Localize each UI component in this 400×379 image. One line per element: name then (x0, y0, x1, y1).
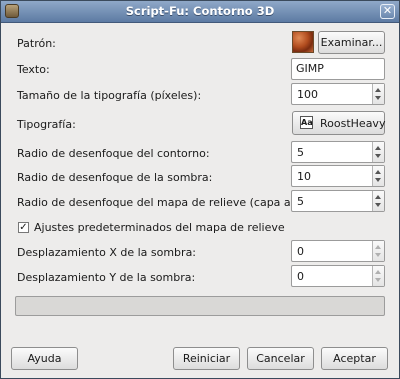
default-bumpmap-checkbox[interactable]: ✓ (18, 222, 29, 233)
browse-button[interactable]: Examinar... (318, 31, 385, 54)
outline-blur-label: Radio de desenfoque del contorno: (17, 147, 210, 160)
chevron-up-icon[interactable] (375, 245, 381, 249)
bumpmap-blur-value: 5 (297, 195, 304, 208)
chevron-down-icon[interactable] (375, 203, 381, 207)
help-button-label: Ayuda (27, 352, 62, 365)
window-title: Script-Fu: Contorno 3D (125, 4, 275, 18)
chevron-up-icon[interactable] (375, 195, 381, 199)
shadow-x-spinner[interactable]: 0 (291, 240, 385, 262)
browse-button-label: Examinar... (320, 36, 383, 49)
dialog-window: Script-Fu: Contorno 3D ✕ Patrón: Examina… (0, 0, 400, 379)
shadow-blur-spinner[interactable]: 10 (291, 165, 385, 187)
pattern-label: Patrón: (17, 37, 56, 50)
chevron-up-icon[interactable] (375, 88, 381, 92)
chevron-down-icon[interactable] (375, 96, 381, 100)
ok-button[interactable]: Aceptar (321, 347, 388, 370)
font-label: Tipografía: (17, 118, 76, 131)
reset-button[interactable]: Reiniciar (173, 347, 240, 370)
bumpmap-blur-spinner[interactable]: 5 (291, 190, 385, 212)
shadow-x-label: Desplazamiento X de la sombra: (17, 246, 197, 259)
font-size-spinner[interactable]: 100 (291, 83, 385, 105)
shadow-blur-label: Radio de desenfoque de la sombra: (17, 171, 213, 184)
shadow-x-value: 0 (297, 245, 304, 258)
chevron-down-icon[interactable] (375, 178, 381, 182)
chevron-up-icon[interactable] (375, 270, 381, 274)
ok-button-label: Aceptar (333, 352, 376, 365)
reset-button-label: Reiniciar (182, 352, 231, 365)
outline-blur-value: 5 (297, 146, 304, 159)
cancel-button-label: Cancelar (256, 352, 305, 365)
default-bumpmap-label[interactable]: Ajustes predeterminados del mapa de reli… (34, 221, 285, 234)
chevron-down-icon[interactable] (375, 278, 381, 282)
outline-blur-stepper[interactable] (372, 142, 384, 162)
text-input[interactable]: GIMP (291, 58, 385, 80)
cancel-button[interactable]: Cancelar (247, 347, 314, 370)
close-icon[interactable]: ✕ (380, 4, 395, 19)
outline-blur-spinner[interactable]: 5 (291, 141, 385, 163)
shadow-blur-value: 10 (297, 170, 311, 183)
shadow-y-stepper[interactable] (372, 266, 384, 286)
chevron-up-icon[interactable] (375, 146, 381, 150)
shadow-y-value: 0 (297, 270, 304, 283)
title-bar[interactable]: Script-Fu: Contorno 3D ✕ (1, 1, 399, 23)
bumpmap-blur-label: Radio de desenfoque del mapa de relieve … (17, 196, 313, 209)
font-select-button[interactable]: Aa RoostHeavy (292, 111, 385, 135)
shadow-x-stepper[interactable] (372, 241, 384, 261)
font-size-label: Tamaño de la tipografía (píxeles): (17, 89, 202, 102)
font-size-value: 100 (297, 88, 318, 101)
chevron-down-icon[interactable] (375, 154, 381, 158)
shadow-blur-stepper[interactable] (372, 166, 384, 186)
chevron-up-icon[interactable] (375, 170, 381, 174)
font-icon: Aa (300, 116, 313, 129)
bumpmap-blur-stepper[interactable] (372, 191, 384, 211)
progress-bar (15, 296, 385, 316)
help-button[interactable]: Ayuda (11, 347, 78, 370)
shadow-y-spinner[interactable]: 0 (291, 265, 385, 287)
pattern-preview[interactable] (292, 31, 314, 53)
shadow-y-label: Desplazamiento Y de la sombra: (17, 271, 196, 284)
text-label: Texto: (17, 63, 50, 76)
font-value: RoostHeavy (320, 117, 386, 130)
chevron-down-icon[interactable] (375, 253, 381, 257)
font-size-stepper[interactable] (372, 84, 384, 104)
